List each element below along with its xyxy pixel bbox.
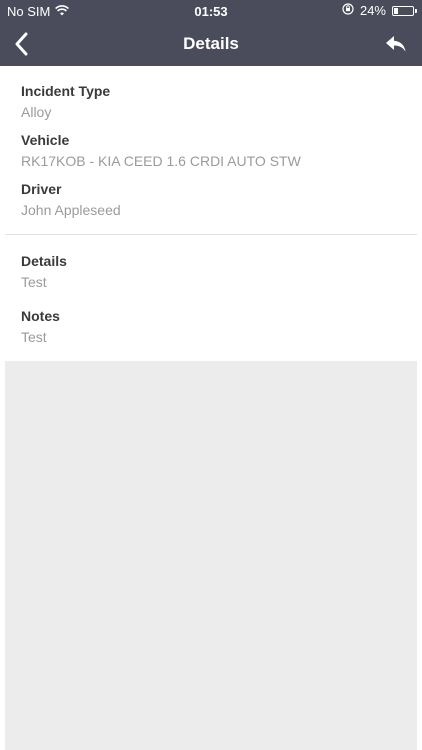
- details-field: Details Test: [21, 252, 67, 292]
- incident-summary-section: Incident Type Alloy Vehicle RK17KOB - KI…: [0, 66, 422, 234]
- battery-percent: 24%: [359, 3, 386, 18]
- status-right: 24%: [342, 3, 417, 18]
- vehicle-field: Vehicle RK17KOB - KIA CEED 1.6 CRDI AUTO…: [21, 131, 301, 171]
- description-section: Details Test Notes Test: [0, 235, 422, 361]
- driver-label: Driver: [21, 181, 62, 197]
- incident-type-field: Incident Type Alloy: [21, 82, 110, 122]
- orientation-lock-icon: [342, 3, 354, 18]
- details-value: Test: [21, 274, 47, 290]
- app-header: No SIM 01:53 24% Details: [0, 0, 422, 66]
- navigation-bar: Details: [0, 22, 422, 66]
- notes-field: Notes Test: [21, 307, 60, 347]
- reply-button[interactable]: [382, 32, 410, 56]
- driver-field: Driver John Appleseed: [21, 180, 121, 220]
- battery-level: [394, 7, 399, 14]
- status-bar: No SIM 01:53 24%: [0, 0, 422, 22]
- vehicle-value: RK17KOB - KIA CEED 1.6 CRDI AUTO STW: [21, 153, 301, 169]
- notes-value: Test: [21, 329, 47, 345]
- details-label: Details: [21, 253, 67, 269]
- battery-icon: [392, 5, 417, 16]
- incident-type-label: Incident Type: [21, 83, 111, 99]
- empty-content-area: [5, 361, 417, 750]
- notes-label: Notes: [21, 308, 60, 324]
- driver-value: John Appleseed: [21, 202, 121, 218]
- page-title: Details: [183, 34, 239, 53]
- vehicle-label: Vehicle: [21, 132, 70, 148]
- reply-arrow-icon: [386, 36, 406, 52]
- incident-type-value: Alloy: [21, 104, 52, 120]
